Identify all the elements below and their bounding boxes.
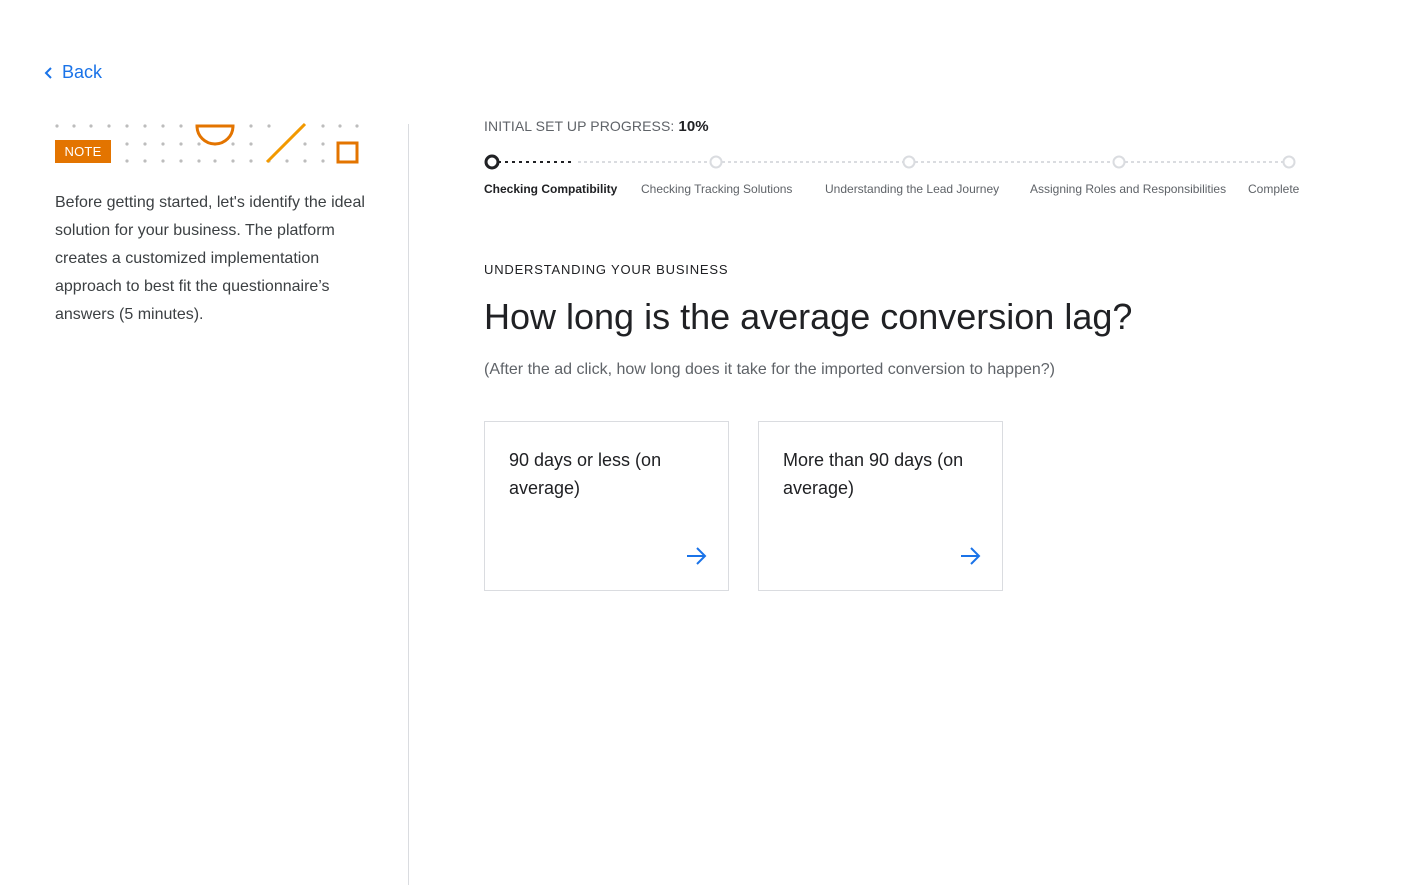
progress-stepper: Checking Compatibility Checking Tracking… <box>484 150 1304 210</box>
vertical-divider <box>408 124 409 885</box>
note-badge: NOTE <box>55 140 111 163</box>
step-dot-5 <box>1282 155 1296 169</box>
arrow-right-icon <box>687 547 707 565</box>
option-card-90-days-or-less[interactable]: 90 days or less (on average) <box>484 421 729 591</box>
step-label-assigning-roles: Assigning Roles and Responsibilities <box>1030 182 1227 196</box>
option-card-more-than-90-days[interactable]: More than 90 days (on average) <box>758 421 1003 591</box>
step-label-checking-tracking-solutions: Checking Tracking Solutions <box>641 182 793 196</box>
progress-percent: 10% <box>678 118 709 135</box>
step-dot-2 <box>709 155 723 169</box>
step-label-checking-compatibility: Checking Compatibility <box>484 182 618 196</box>
chevron-left-icon <box>44 66 52 79</box>
step-label-understanding-lead-journey: Understanding the Lead Journey <box>825 182 1000 196</box>
option-label: More than 90 days (on average) <box>783 450 964 498</box>
back-label: Back <box>62 62 103 82</box>
back-link[interactable]: Back <box>44 62 102 83</box>
arrow-right-icon <box>961 547 981 565</box>
question-heading: How long is the average conversion lag? <box>484 296 1133 337</box>
note-illustration: NOTE <box>55 120 365 172</box>
progress-label: INITIAL SET UP PROGRESS: 10% <box>484 118 709 135</box>
step-dot-1 <box>484 154 500 170</box>
question-subtext: (After the ad click, how long does it ta… <box>484 361 1055 378</box>
note-text: Before getting started, let's identify t… <box>55 194 365 323</box>
option-label: 90 days or less (on average) <box>509 450 662 498</box>
stepper-track <box>484 154 1296 170</box>
step-label-complete: Complete <box>1248 182 1300 196</box>
note-panel: NOTE Before getting started, let's ident… <box>55 120 365 329</box>
progress-label-text: INITIAL SET UP PROGRESS: <box>484 118 675 134</box>
step-dot-4 <box>1112 155 1126 169</box>
option-cards: 90 days or less (on average) More than 9… <box>484 421 1003 591</box>
section-eyebrow: UNDERSTANDING YOUR BUSINESS <box>484 262 729 277</box>
step-dot-3 <box>902 155 916 169</box>
